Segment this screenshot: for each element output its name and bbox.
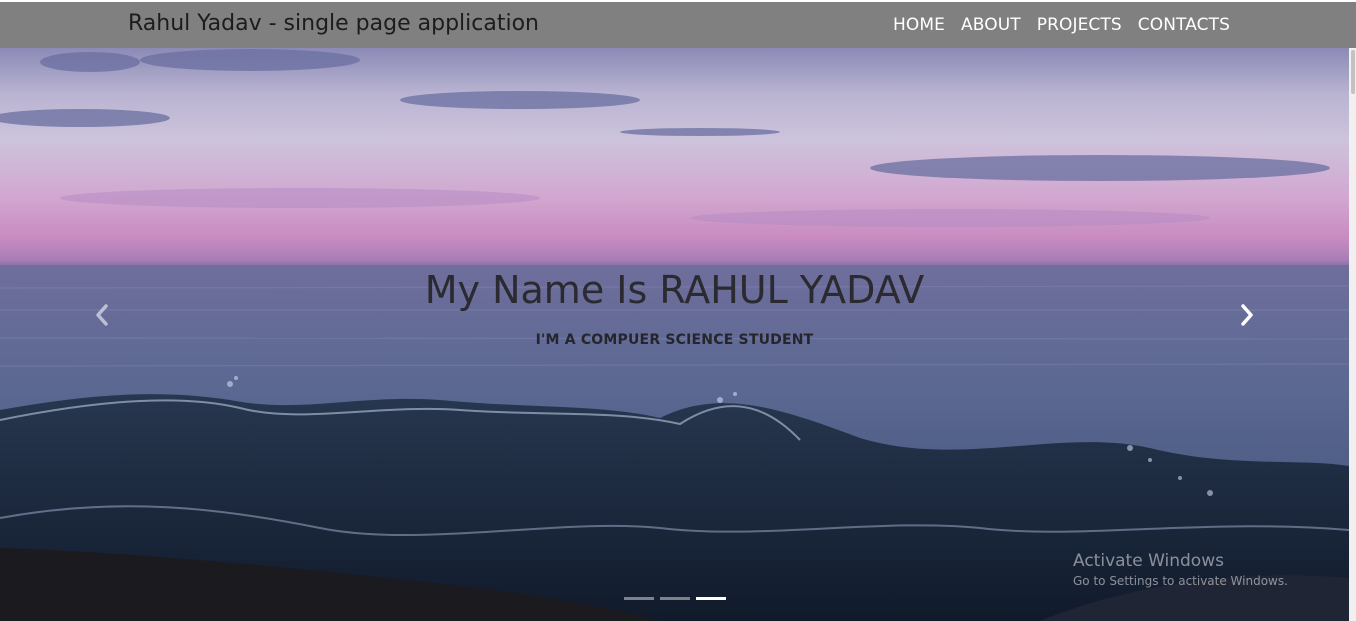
watermark-title: Activate Windows <box>1073 551 1224 571</box>
scrollbar-track[interactable] <box>1349 48 1356 621</box>
carousel-indicator-2[interactable] <box>660 597 690 600</box>
activate-windows-watermark: Activate Windows Go to Settings to activ… <box>1073 551 1288 588</box>
chevron-left-icon <box>96 304 108 326</box>
navbar: Rahul Yadav - single page application HO… <box>0 2 1356 48</box>
carousel-indicator-3[interactable] <box>696 597 726 600</box>
scrollbar-thumb[interactable] <box>1351 50 1355 94</box>
nav-link-about[interactable]: ABOUT <box>961 15 1021 35</box>
nav-item-home: HOME <box>893 15 945 35</box>
nav-links: HOME ABOUT PROJECTS CONTACTS <box>893 15 1230 35</box>
carousel-prev-button[interactable] <box>87 300 117 330</box>
brand-link[interactable]: Rahul Yadav - single page application <box>128 11 539 36</box>
nav-item-projects: PROJECTS <box>1037 15 1122 35</box>
nav-link-contacts[interactable]: CONTACTS <box>1138 15 1230 35</box>
hero-subheading: I'M A COMPUER SCIENCE STUDENT <box>535 332 814 348</box>
nav-link-home[interactable]: HOME <box>893 15 945 35</box>
nav-item-contacts: CONTACTS <box>1138 15 1230 35</box>
page: Rahul Yadav - single page application HO… <box>0 0 1356 621</box>
carousel-indicators <box>624 597 726 600</box>
chevron-right-icon <box>1241 304 1253 326</box>
hero-caption: My Name Is RAHUL YADAV I'M A COMPUER SCI… <box>0 268 1349 348</box>
hero-carousel: My Name Is RAHUL YADAV I'M A COMPUER SCI… <box>0 48 1349 621</box>
watermark-subtitle: Go to Settings to activate Windows. <box>1073 574 1288 588</box>
hero-heading: My Name Is RAHUL YADAV <box>424 268 925 312</box>
nav-item-about: ABOUT <box>961 15 1021 35</box>
nav-link-projects[interactable]: PROJECTS <box>1037 15 1122 35</box>
carousel-indicator-1[interactable] <box>624 597 654 600</box>
carousel-next-button[interactable] <box>1232 300 1262 330</box>
